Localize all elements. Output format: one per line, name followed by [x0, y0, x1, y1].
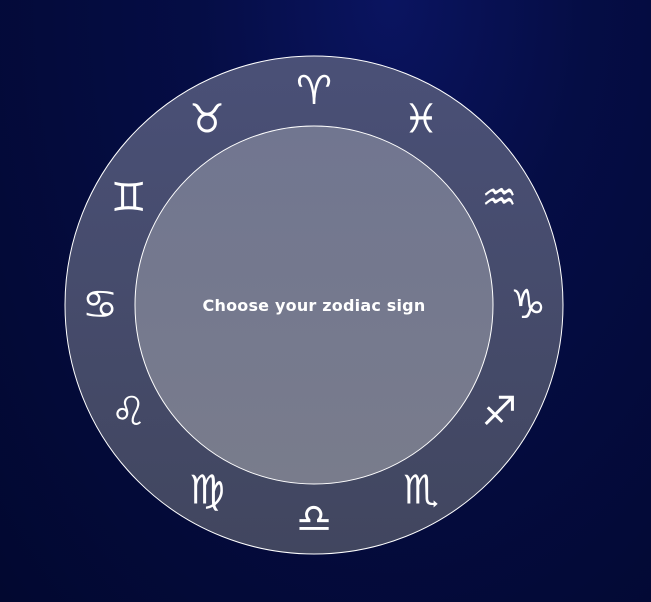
center-label: Choose your zodiac sign: [203, 296, 426, 315]
aquarius-sign-icon[interactable]: ♒︎: [481, 175, 517, 221]
aries-sign-icon[interactable]: ♈︎: [296, 68, 332, 114]
gemini-sign-icon[interactable]: ♊︎: [111, 175, 147, 221]
scorpio-sign-icon[interactable]: ♏︎: [403, 467, 439, 513]
pisces-sign-icon[interactable]: ♓︎: [403, 97, 439, 143]
capricorn-sign-icon[interactable]: ♑︎: [510, 282, 546, 328]
cancer-sign-icon[interactable]: ♋︎: [82, 282, 118, 328]
zodiac-wheel-svg: Choose your zodiac sign ♈︎ ♓︎ ♒︎ ♑︎ ♐︎ ♏︎ ♎︎ ♍︎…: [64, 55, 564, 555]
zodiac-wheel: Choose your zodiac sign ♈︎ ♓︎ ♒︎ ♑︎ ♐︎ ♏︎ ♎︎ ♍︎…: [64, 55, 564, 555]
virgo-sign-icon[interactable]: ♍︎: [189, 467, 225, 513]
taurus-sign-icon[interactable]: ♉︎: [189, 97, 225, 143]
libra-sign-icon[interactable]: ♎︎: [296, 496, 332, 542]
leo-sign-icon[interactable]: ♌︎: [111, 389, 147, 435]
sagittarius-sign-icon[interactable]: ♐︎: [481, 389, 517, 435]
